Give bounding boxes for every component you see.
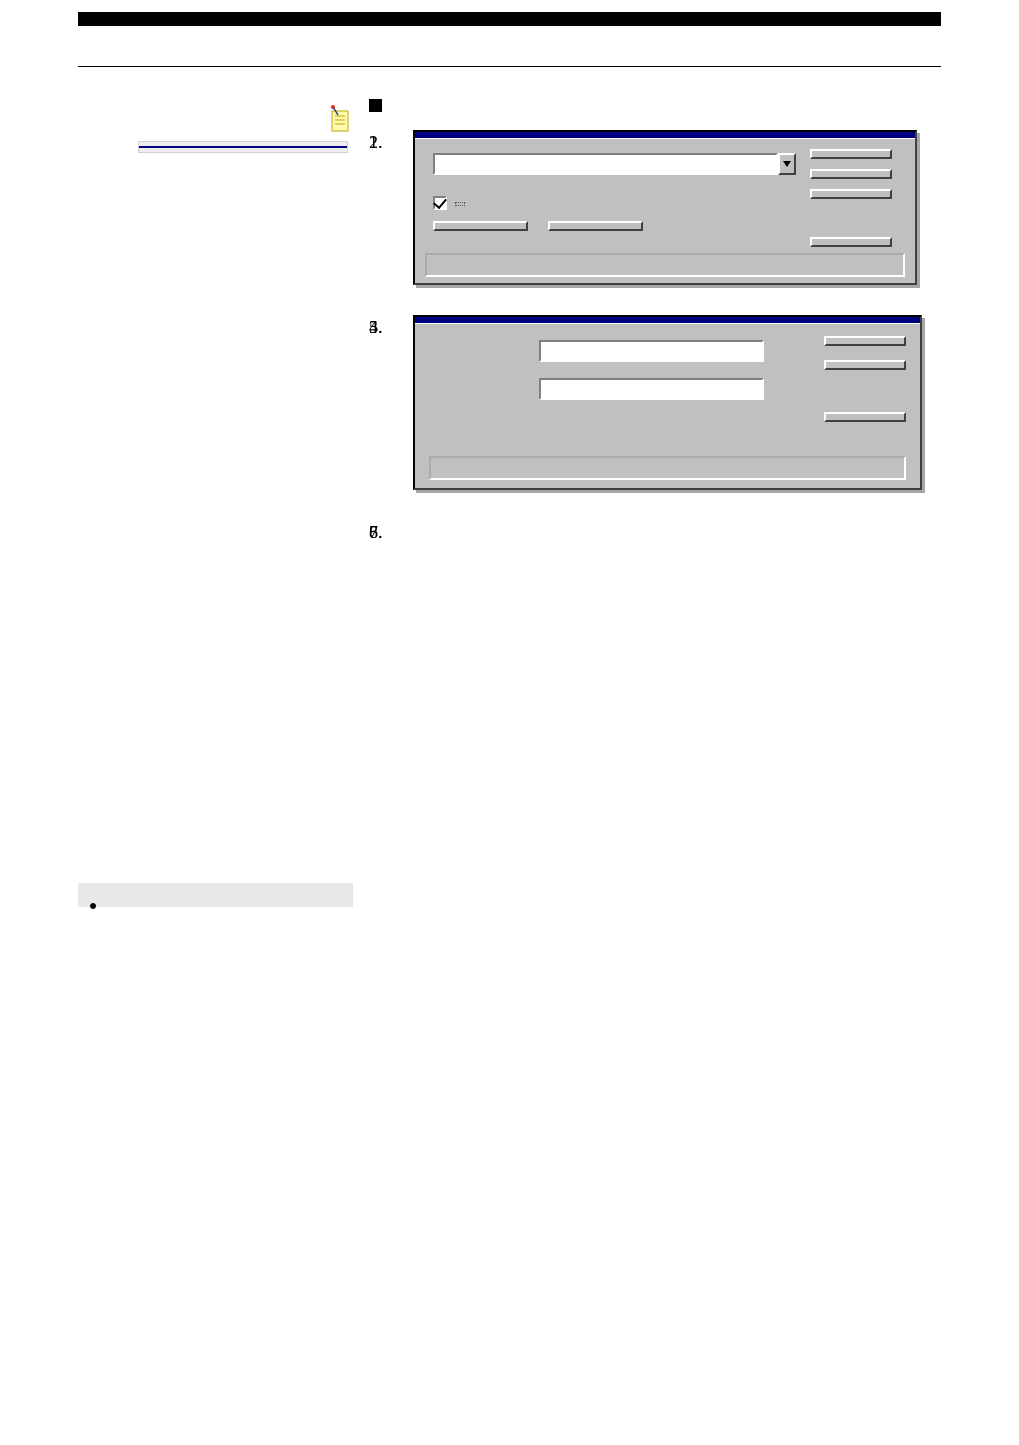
status-bar [425,253,905,277]
show-all-options-label[interactable] [455,202,465,206]
note-icon [327,103,353,133]
header-black-bar [78,12,941,26]
show-all-options-row [433,193,796,211]
existing-name-field [539,340,764,362]
show-all-options-checkbox[interactable] [433,196,447,210]
step-5: 5. [369,315,941,490]
page-footer [18,1338,27,1356]
new-button[interactable] [810,169,892,179]
station-dropdown[interactable] [433,153,796,175]
procedure-bullet-icon [369,99,382,112]
cancel-button[interactable] [824,360,906,370]
station-setup-dialog [413,130,917,285]
close-button[interactable] [810,189,892,199]
step-2-number: 2. [369,130,383,155]
step-8-number: 8. [369,520,383,545]
help-button[interactable] [810,237,892,247]
help-button-rename[interactable] [824,412,906,422]
horizontal-rule [78,66,941,67]
station-dropdown-value [433,153,778,175]
menu-item-delete-empty[interactable] [139,150,347,152]
chevron-down-icon[interactable] [778,153,796,175]
step-2: 2. [369,130,941,285]
new-name-field[interactable] [539,378,764,400]
delete-button[interactable] [548,221,643,231]
status-bar-rename [429,456,906,480]
equipment-setup-menu [138,141,348,153]
procedure-heading [369,95,941,116]
rename-button[interactable] [433,221,528,231]
modify-button[interactable] [810,149,892,159]
step-5-number: 5. [369,315,383,340]
rename-station-dialog [413,315,922,490]
ok-button[interactable] [824,336,906,346]
side-note [78,883,353,907]
